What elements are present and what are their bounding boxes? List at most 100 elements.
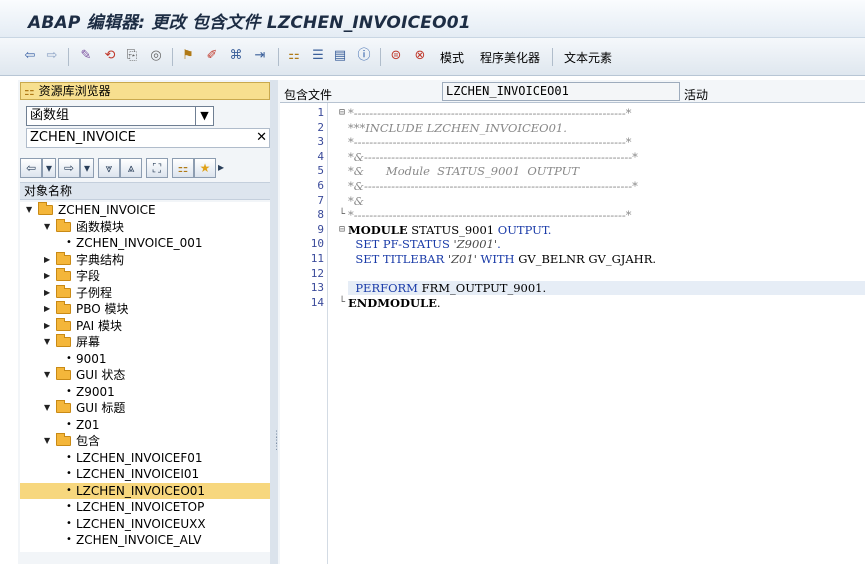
expanded-toggle-icon[interactable]: ▼ [44, 433, 50, 449]
tree-leaf-node[interactable]: • LZCHEN_INVOICEI01 [20, 466, 270, 482]
split-screen-icon[interactable]: ▤ [332, 48, 348, 64]
chevron-down-icon[interactable]: ▼ [195, 107, 213, 125]
expanded-toggle-icon[interactable]: ▼ [26, 202, 32, 218]
hierarchy-icon[interactable]: ⚏ [286, 48, 302, 64]
folder-icon [56, 301, 71, 314]
repository-browser-button[interactable]: ⚏ 资源库浏览器 [20, 82, 270, 100]
activate-icon[interactable]: ⚑ [180, 48, 196, 64]
code-token: WITH [476, 252, 519, 266]
object-type-select[interactable]: 函数组 ▼ [26, 106, 214, 126]
code-line[interactable]: *& Module STATUS_9001 OUTPUT [348, 164, 865, 178]
code-line[interactable]: ***INCLUDE LZCHEN_INVOICEO01. [348, 121, 865, 135]
text-elements-button[interactable]: 文本元素 [564, 49, 612, 66]
expanded-toggle-icon[interactable]: ▼ [44, 367, 50, 383]
tree-leaf-node[interactable]: • ZCHEN_INVOICE_ALV [20, 532, 270, 548]
code-line[interactable]: ENDMODULE. [348, 296, 865, 310]
display-change-icon[interactable]: ⟲ [102, 48, 118, 64]
hierarchy-icon[interactable]: ⚏ [172, 158, 194, 178]
code-line[interactable]: *&--------------------------------------… [348, 150, 865, 164]
more-icon[interactable]: ▸ [216, 158, 226, 178]
code-line[interactable]: *---------------------------------------… [348, 106, 865, 120]
code-editor[interactable]: 1 2 3 4 5 6 7 8 9 10 11 12 13 14 ⊟ *------------------… [280, 102, 865, 564]
code-line[interactable]: *---------------------------------------… [348, 135, 865, 149]
object-name-input[interactable]: ZCHEN_INVOICE ✕ [26, 128, 270, 148]
folder-icon [56, 252, 71, 265]
breakpoint-icon[interactable]: ⊜ [388, 48, 404, 64]
tree-folder-node[interactable]: ▼ GUI 状态 [20, 367, 270, 383]
outline-icon[interactable]: ☰ [310, 48, 326, 64]
splitter[interactable]: ⋮ ⋮ ⋮ [270, 80, 281, 564]
tree-leaf-node[interactable]: • ZCHEN_INVOICE_001 [20, 235, 270, 251]
tree-leaf-node[interactable]: • Z01 [20, 417, 270, 433]
tree-node-label: 字典结构 [76, 253, 125, 267]
folder-icon [56, 400, 71, 413]
expand-icon[interactable]: ⩓ [120, 158, 142, 178]
forward-dropdown-icon[interactable]: ▾ [80, 158, 94, 178]
collapsed-toggle-icon[interactable]: ▶ [44, 268, 50, 284]
mode-button[interactable]: 模式 [440, 49, 464, 66]
tree-folder-node[interactable]: ▼ ZCHEN_INVOICE [20, 202, 270, 218]
collapsed-toggle-icon[interactable]: ▶ [44, 318, 50, 334]
tree-leaf-node[interactable]: • LZCHEN_INVOICEF01 [20, 450, 270, 466]
tree-folder-node[interactable]: ▶ 子例程 [20, 285, 270, 301]
tree-node-label: GUI 标题 [76, 401, 126, 415]
line-number: 5 [317, 164, 324, 177]
bullet-icon: • [66, 534, 72, 545]
code-line[interactable]: *---------------------------------------… [348, 208, 865, 222]
clear-icon[interactable]: ✕ [256, 129, 267, 147]
expanded-toggle-icon[interactable]: ▼ [44, 219, 50, 235]
tree-leaf-node[interactable]: • Z9001 [20, 384, 270, 400]
code-line[interactable]: SET PF-STATUS 'Z9001'. [348, 237, 865, 251]
tree-folder-node[interactable]: ▼ 屏幕 [20, 334, 270, 350]
back-dropdown-icon[interactable]: ▾ [42, 158, 56, 178]
forward-arrow-icon[interactable]: ⇨ [44, 48, 60, 64]
expanded-toggle-icon[interactable]: ▼ [44, 400, 50, 416]
code-token: *---------------------------------------… [348, 106, 632, 120]
where-used-icon[interactable]: ⌘ [228, 48, 244, 64]
other-object-icon[interactable]: ✎ [78, 48, 94, 64]
find-icon[interactable]: ⛶ [146, 158, 168, 178]
tree-folder-node[interactable]: ▶ 字段 [20, 268, 270, 284]
tree-node-label: 子例程 [76, 286, 113, 300]
folder-icon [56, 219, 71, 232]
info-icon[interactable]: ⓘ [356, 48, 372, 64]
tree-leaf-node[interactable]: • LZCHEN_INVOICEO01 [20, 483, 270, 499]
collapse-icon[interactable]: ⩔ [98, 158, 120, 178]
code-line[interactable]: PERFORM FRM_OUTPUT_9001. [348, 281, 865, 295]
pretty-printer-button[interactable]: 程序美化器 [480, 49, 540, 66]
fold-toggle-icon[interactable]: ⊟ [339, 223, 345, 237]
back-icon[interactable]: ⇦ [20, 158, 42, 178]
collapsed-toggle-icon[interactable]: ▶ [44, 301, 50, 317]
tree-leaf-node[interactable]: • LZCHEN_INVOICEUXX [20, 516, 270, 532]
code-line[interactable]: SET TITLEBAR 'Z01' WITH GV_BELNR GV_GJAH… [348, 252, 865, 266]
expanded-toggle-icon[interactable]: ▼ [44, 334, 50, 350]
forward-icon[interactable]: ⇨ [58, 158, 80, 178]
check-icon[interactable]: ◎ [148, 48, 164, 64]
tree-folder-node[interactable]: ▶ PBO 模块 [20, 301, 270, 317]
navigate-icon[interactable]: ⇥ [252, 48, 268, 64]
tree-leaf-node[interactable]: • LZCHEN_INVOICETOP [20, 499, 270, 515]
folder-icon [56, 367, 71, 380]
collapsed-toggle-icon[interactable]: ▶ [44, 285, 50, 301]
active-inactive-icon[interactable]: ⎘ [124, 48, 140, 64]
collapsed-toggle-icon[interactable]: ▶ [44, 252, 50, 268]
stop-session-icon[interactable]: ⊗ [412, 48, 428, 64]
code-line[interactable]: *&--------------------------------------… [348, 179, 865, 193]
test-icon[interactable]: ✐ [204, 48, 220, 64]
favorites-icon[interactable]: ★ [194, 158, 216, 178]
back-arrow-icon[interactable]: ⇦ [22, 48, 38, 64]
tree-folder-node[interactable]: ▼ 函数模块 [20, 219, 270, 235]
code-line[interactable]: MODULE STATUS_9001 OUTPUT. [348, 223, 865, 237]
tree-folder-node[interactable]: ▼ GUI 标题 [20, 400, 270, 416]
tree-folder-node[interactable]: ▶ 字典结构 [20, 252, 270, 268]
bullet-icon: • [66, 468, 72, 479]
fold-toggle-icon[interactable]: ⊟ [339, 106, 345, 120]
tree-folder-node[interactable]: ▼ 包含 [20, 433, 270, 449]
folder-icon [56, 285, 71, 298]
code-token: STATUS_9001 [407, 223, 498, 237]
line-number: 6 [317, 179, 324, 192]
line-number: 14 [310, 296, 324, 309]
tree-folder-node[interactable]: ▶ PAI 模块 [20, 318, 270, 334]
code-line[interactable]: *& [348, 194, 865, 208]
tree-leaf-node[interactable]: • 9001 [20, 351, 270, 367]
